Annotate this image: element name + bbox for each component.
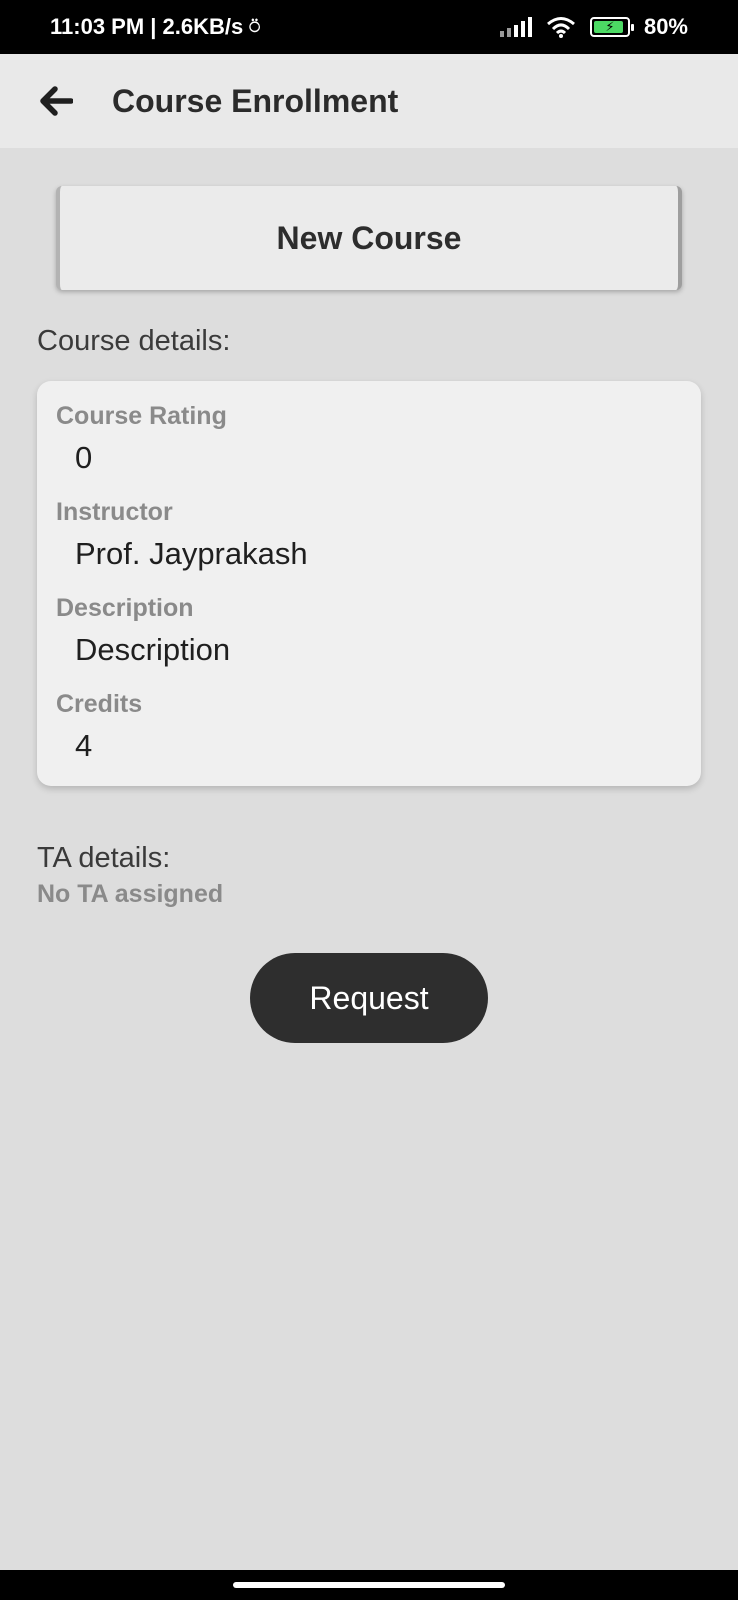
- course-details-heading: Course details:: [37, 325, 231, 357]
- ta-details-heading: TA details:: [37, 842, 171, 874]
- description-field: Description Description: [56, 593, 682, 669]
- status-time-speed: 11:03 PM | 2.6KB/s: [50, 14, 244, 39]
- status-right: ⚡ 80%: [499, 14, 688, 40]
- wifi-icon: [546, 17, 575, 38]
- home-gesture-handle[interactable]: [233, 1582, 505, 1588]
- field-value: Description: [75, 632, 231, 667]
- arrow-left-icon: [40, 86, 73, 116]
- page-title: Course Enrollment: [112, 82, 399, 119]
- battery-icon: ⚡: [589, 17, 634, 37]
- field-label: Course Rating: [56, 402, 227, 430]
- ta-empty-message: No TA assigned: [37, 880, 224, 908]
- course-details-card: Course Rating 0 Instructor Prof. Jayprak…: [37, 381, 701, 786]
- field-value: 4: [75, 728, 93, 763]
- new-course-button[interactable]: New Course: [56, 186, 682, 290]
- field-label: Credits: [56, 690, 143, 718]
- credits-field: Credits 4: [56, 689, 682, 765]
- back-button[interactable]: [36, 81, 76, 121]
- app-bar: Course Enrollment: [0, 54, 738, 148]
- course-rating-field: Course Rating 0: [56, 401, 682, 477]
- status-bar: 11:03 PM | 2.6KB/s ⍥ ⚡ 80%: [0, 0, 738, 54]
- field-label: Instructor: [56, 498, 173, 526]
- field-value: 0: [75, 440, 93, 475]
- notification-icon: ⍥: [249, 16, 261, 37]
- status-left: 11:03 PM | 2.6KB/s ⍥: [50, 14, 260, 40]
- battery-percent: 80%: [643, 14, 688, 39]
- instructor-field: Instructor Prof. Jayprakash: [56, 497, 682, 573]
- navigation-bar: [0, 1570, 738, 1600]
- signal-icon: [499, 17, 532, 37]
- request-button[interactable]: Request: [250, 953, 488, 1043]
- field-label: Description: [56, 594, 194, 622]
- field-value: Prof. Jayprakash: [75, 536, 308, 571]
